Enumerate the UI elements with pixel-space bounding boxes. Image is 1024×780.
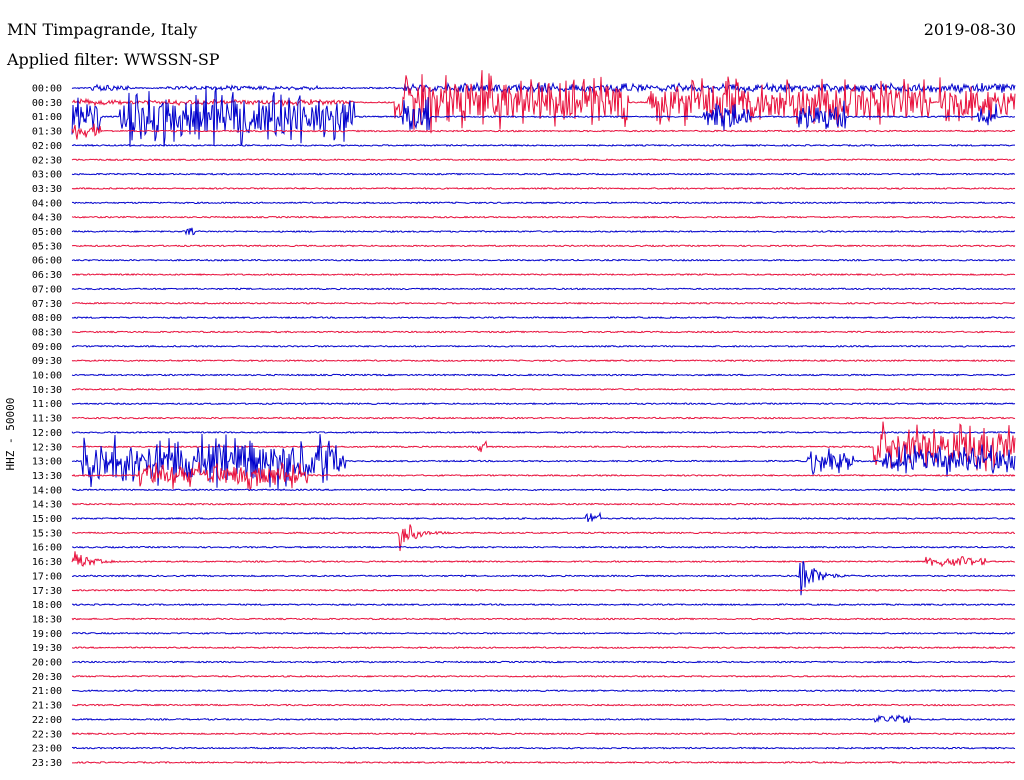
row-label-0930: 09:30: [32, 356, 62, 367]
trace-row-0730: [71, 301, 1016, 305]
row-label-0600: 06:00: [32, 256, 62, 267]
trace-row-0830: [71, 330, 1016, 334]
row-label-0130: 01:30: [32, 127, 62, 138]
trace-row-0300: [71, 172, 1016, 176]
row-label-1030: 10:30: [32, 385, 62, 396]
row-label-1530: 15:30: [32, 528, 62, 539]
row-label-0030: 00:30: [32, 98, 62, 109]
trace-row-1800: [71, 603, 1016, 607]
trace-row-1500: [71, 511, 1016, 523]
trace-row-0400: [71, 201, 1016, 205]
trace-row-0500: [71, 227, 1016, 236]
row-label-0500: 05:00: [32, 227, 62, 238]
trace-row-1930: [71, 646, 1016, 650]
trace-row-0700: [71, 287, 1016, 291]
trace-row-1900: [71, 631, 1016, 635]
row-label-0530: 05:30: [32, 241, 62, 252]
row-label-1000: 10:00: [32, 371, 62, 382]
row-label-0100: 01:00: [32, 112, 62, 123]
trace-row-0630: [71, 273, 1016, 277]
row-label-1230: 12:30: [32, 442, 62, 453]
row-label-2030: 20:30: [32, 672, 62, 683]
trace-row-0900: [71, 344, 1016, 348]
row-label-0800: 08:00: [32, 313, 62, 324]
trace-row-0430: [71, 215, 1016, 219]
trace-row-0530: [71, 244, 1016, 248]
row-label-1800: 18:00: [32, 600, 62, 611]
trace-row-2130: [72, 703, 1016, 707]
row-label-2130: 21:30: [32, 701, 62, 712]
trace-row-1400: [71, 488, 1016, 492]
trace-row-0600: [71, 258, 1016, 262]
row-label-0900: 09:00: [32, 342, 62, 353]
row-label-2000: 20:00: [32, 658, 62, 669]
row-label-2230: 22:30: [32, 729, 62, 740]
row-label-2100: 21:00: [32, 686, 62, 697]
row-label-0730: 07:30: [32, 299, 62, 310]
row-label-0230: 02:30: [32, 155, 62, 166]
row-label-0300: 03:00: [32, 170, 62, 181]
row-label-1700: 17:00: [32, 571, 62, 582]
row-label-1400: 14:00: [32, 485, 62, 496]
trace-row-0200: [71, 143, 1015, 147]
row-label-0630: 06:30: [32, 270, 62, 281]
traces: [71, 70, 1016, 764]
trace-row-0230: [71, 158, 1016, 162]
trace-row-2000: [71, 660, 1016, 664]
row-label-1130: 11:30: [32, 414, 62, 425]
row-label-2300: 23:00: [32, 744, 62, 755]
trace-row-2300: [71, 746, 1016, 750]
trace-row-0930: [71, 359, 1016, 363]
row-label-0200: 02:00: [32, 141, 62, 152]
row-label-1330: 13:30: [32, 471, 62, 482]
row-label-1100: 11:00: [32, 399, 62, 410]
trace-row-1100: [71, 402, 1016, 406]
trace-row-2330: [72, 761, 1016, 764]
trace-row-1730: [71, 588, 1016, 592]
trace-row-1000: [71, 373, 1016, 377]
trace-row-1430: [71, 502, 1016, 506]
row-label-1600: 16:00: [32, 543, 62, 554]
trace-row-2200: [71, 714, 1016, 724]
row-label-1830: 18:30: [32, 614, 62, 625]
trace-row-1200: [71, 430, 1016, 434]
trace-row-1830: [71, 617, 1016, 621]
trace-row-0330: [71, 187, 1016, 190]
row-labels: 00:00 00:30 01:00 01:30 02:00 02:30 03:00 03:30…: [32, 84, 62, 769]
trace-row-0000: [71, 81, 1016, 95]
trace-row-2230: [71, 732, 1016, 736]
row-label-0430: 04:30: [32, 213, 62, 224]
row-label-1900: 19:00: [32, 629, 62, 640]
trace-row-1600: [72, 545, 1016, 549]
trace-row-1130: [71, 416, 1016, 420]
trace-row-1630: [71, 551, 1016, 568]
row-label-1200: 12:00: [32, 428, 62, 439]
row-label-0330: 03:30: [32, 184, 62, 195]
trace-row-2100: [72, 689, 1016, 693]
row-label-2330: 23:30: [32, 758, 62, 769]
row-label-0700: 07:00: [32, 284, 62, 295]
row-label-1930: 19:30: [32, 643, 62, 654]
row-label-1500: 15:00: [32, 514, 62, 525]
row-label-1300: 13:00: [32, 457, 62, 468]
row-label-0830: 08:30: [32, 327, 62, 338]
row-label-1730: 17:30: [32, 586, 62, 597]
trace-row-2030: [71, 674, 1016, 678]
trace-row-1030: [71, 387, 1016, 391]
row-label-2200: 22:00: [32, 715, 62, 726]
row-label-1430: 14:30: [32, 500, 62, 511]
row-label-1630: 16:30: [32, 557, 62, 568]
row-label-0400: 04:00: [32, 198, 62, 209]
trace-row-0800: [71, 316, 1016, 320]
helicorder-plot: 00:00 00:30 01:00 01:30 02:00 02:30 03:00 03:30…: [32, 70, 1016, 769]
row-label-0000: 00:00: [32, 84, 62, 95]
